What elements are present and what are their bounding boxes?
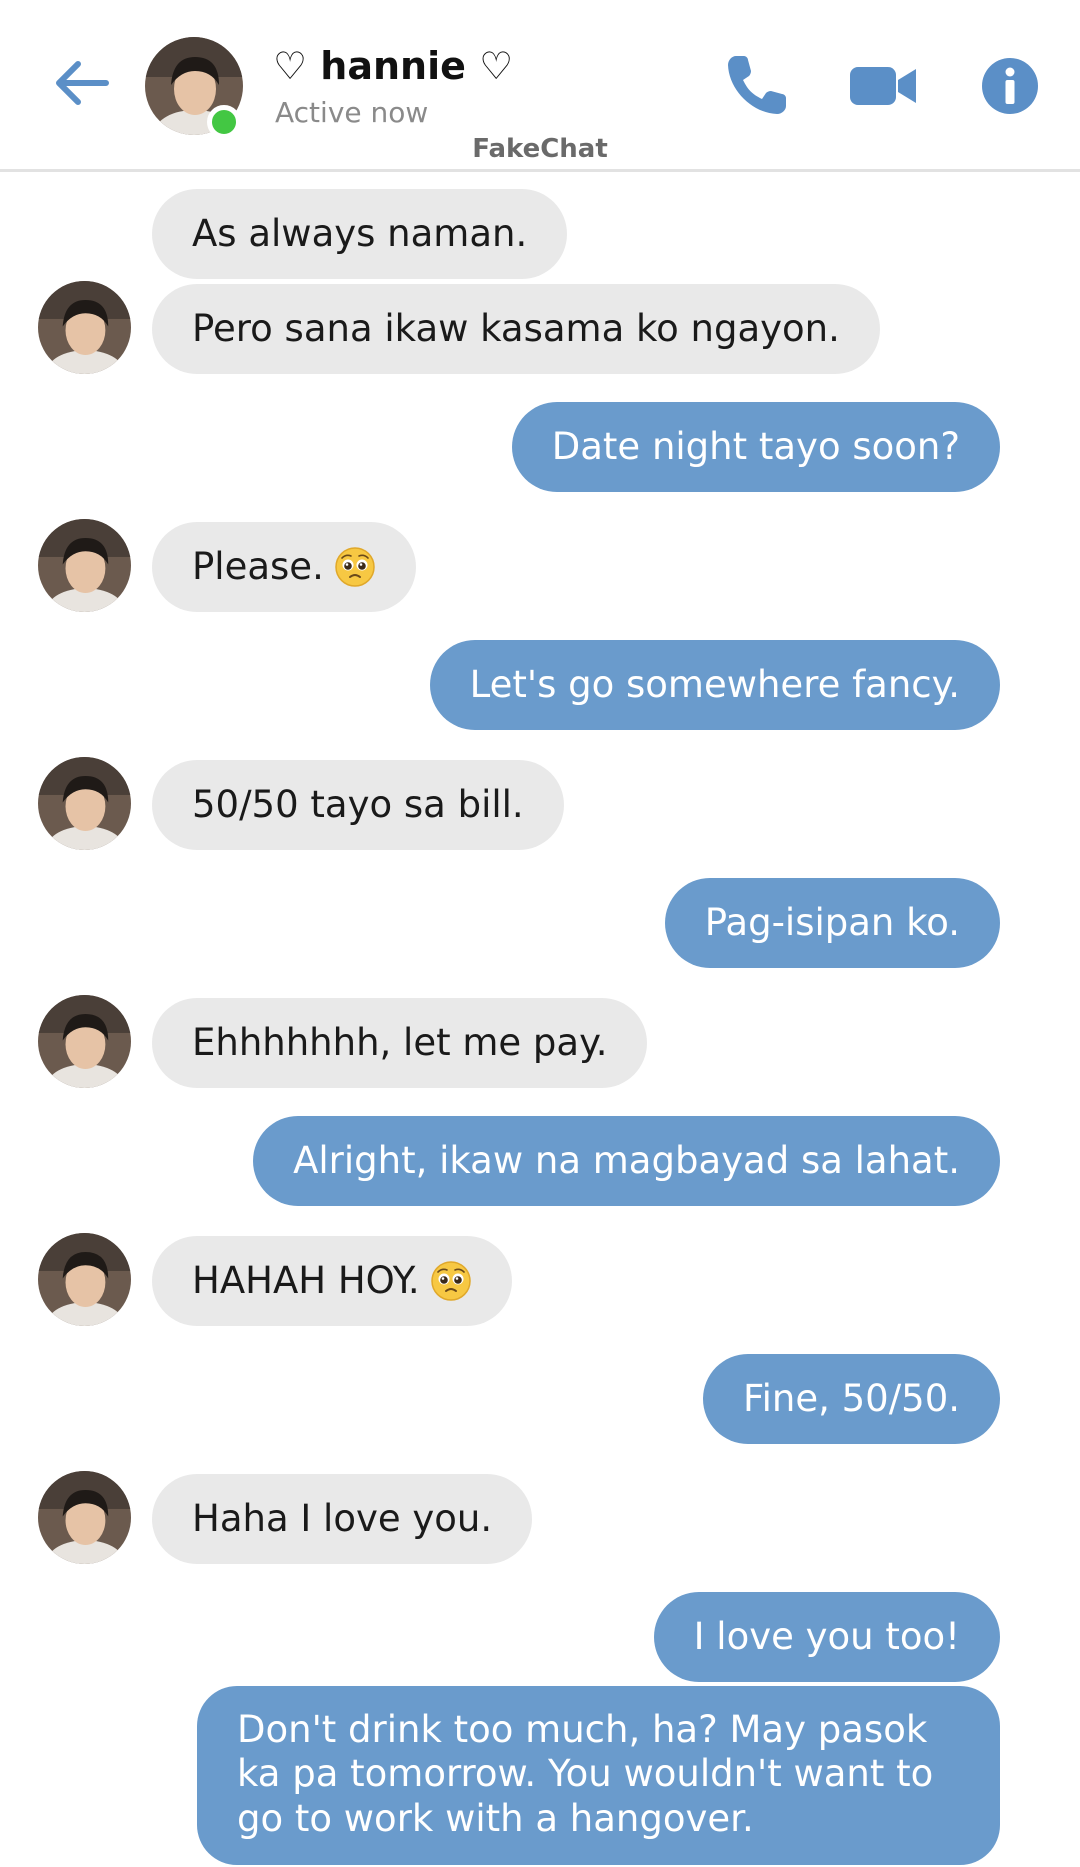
info-icon[interactable] [980,56,1040,116]
contact-avatar-small[interactable] [38,519,131,612]
message-bubble-outgoing[interactable]: Date night tayo soon? [511,402,1000,492]
phone-icon[interactable] [722,50,792,120]
contact-name[interactable]: ♡ hannie ♡ [273,44,513,88]
pleading-face-emoji-icon [430,1261,471,1301]
message-bubble-incoming[interactable]: Ehhhhhhh, let me pay. [152,998,648,1088]
message-bubble-outgoing[interactable]: I love you too! [653,1592,1000,1682]
contact-avatar-small[interactable] [38,757,131,850]
contact-avatar-small[interactable] [38,995,131,1088]
pleading-face-emoji-icon [335,547,375,587]
message-bubble-incoming[interactable]: Please. [152,522,416,612]
contact-avatar-small[interactable] [38,1233,131,1326]
message-bubble-outgoing[interactable]: Don't drink too much, ha? May pasok ka p… [197,1686,1000,1866]
contact-avatar-small[interactable] [38,1471,131,1564]
message-bubble-incoming[interactable]: HAHAH HOY. [152,1236,512,1326]
message-bubble-outgoing[interactable]: Alright, ikaw na magbayad sa lahat. [253,1116,1000,1206]
message-bubble-incoming[interactable]: As always naman. [152,189,568,279]
app-name: FakeChat [472,134,608,164]
contact-avatar-small[interactable] [38,281,131,374]
message-bubble-incoming[interactable]: 50/50 tayo sa bill. [152,760,564,850]
message-bubble-incoming[interactable]: Pero sana ikaw kasama ko ngayon. [152,284,880,374]
message-bubble-outgoing[interactable]: Pag-isipan ko. [664,878,1000,968]
chat-header: ♡ hannie ♡ Active now FakeChat [0,0,1080,172]
message-bubble-outgoing[interactable]: Let's go somewhere fancy. [429,640,1000,730]
message-bubble-incoming[interactable]: Haha I love you. [152,1474,533,1564]
back-arrow-icon[interactable] [50,52,112,114]
message-bubble-outgoing[interactable]: Fine, 50/50. [703,1354,1000,1444]
video-camera-icon[interactable] [848,50,918,120]
chat-screen: ♡ hannie ♡ Active now FakeChat As always… [0,0,1080,1867]
contact-status: Active now [275,96,429,129]
